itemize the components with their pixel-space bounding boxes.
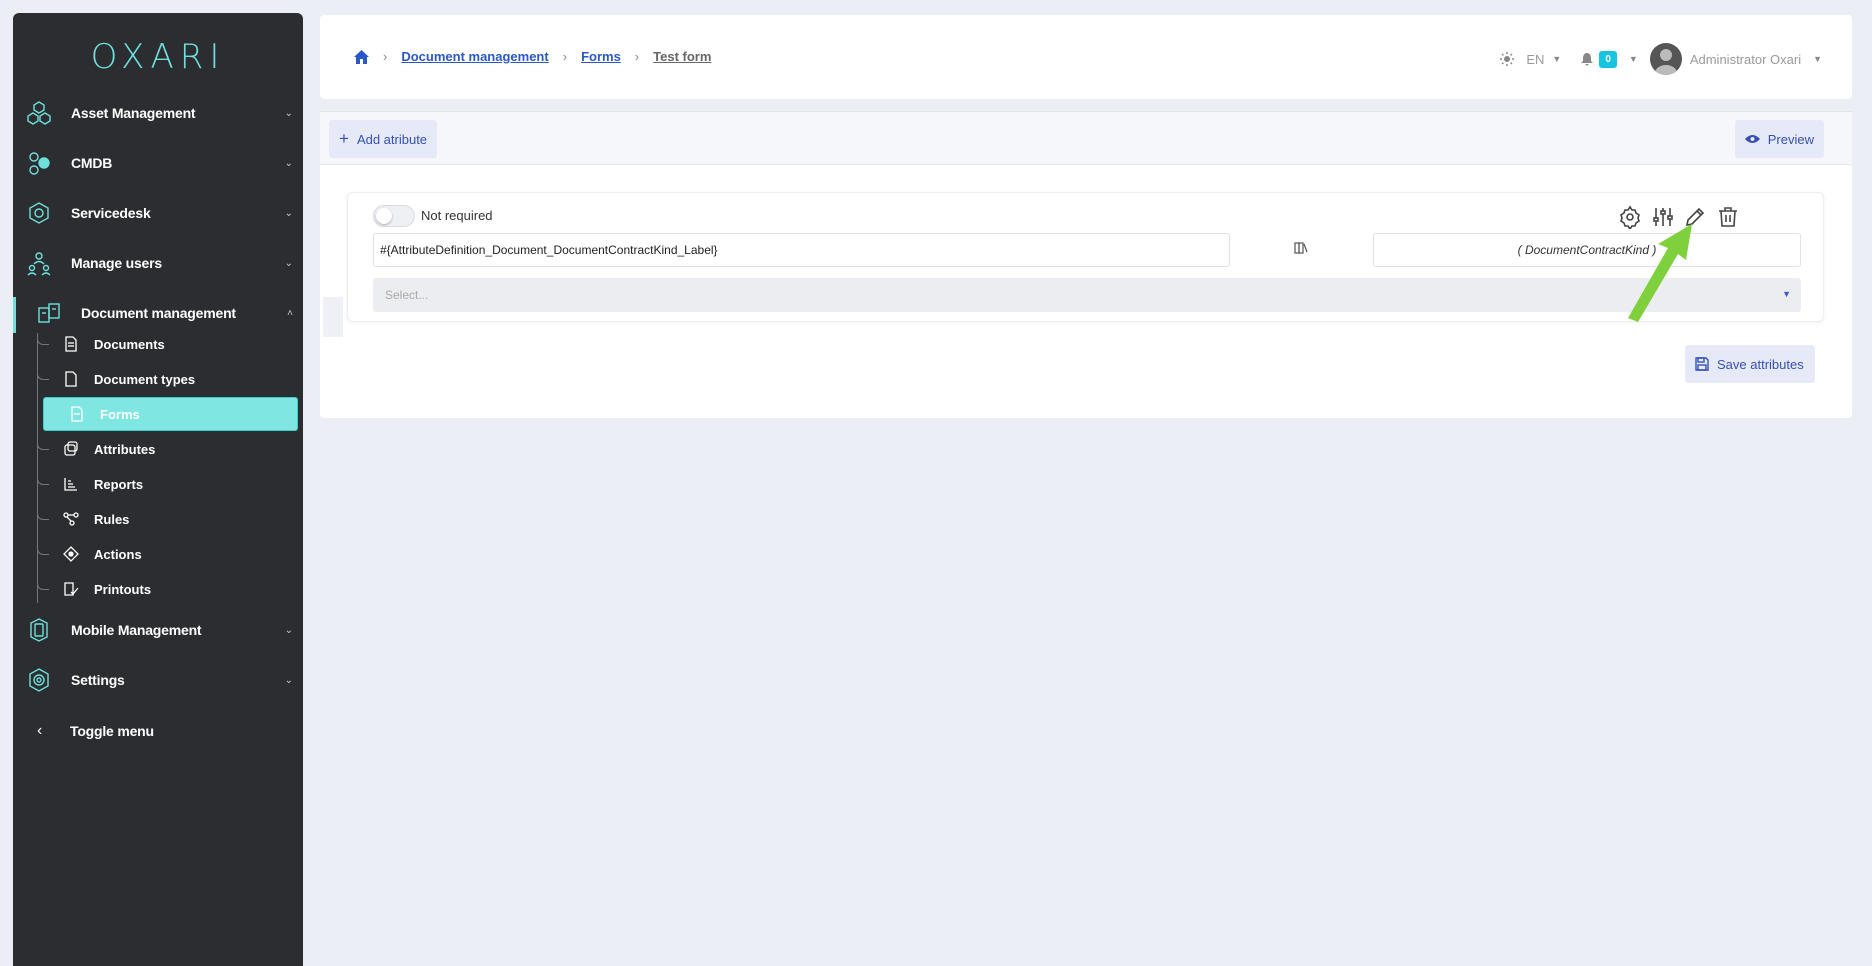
sidebar-subitem-label: Forms (100, 406, 140, 422)
preview-button[interactable]: Preview (1734, 120, 1824, 158)
caret-down-icon[interactable]: ▼ (1552, 54, 1561, 64)
sidebar-subitem-label: Printouts (94, 581, 152, 597)
home-icon[interactable] (354, 49, 369, 64)
chevron-down-icon: ⌄ (284, 674, 293, 686)
sidebar-subitem-forms[interactable]: Forms (43, 397, 298, 431)
sidebar: OXARI Asset Management ⌄ CMDB ⌄ Serviced… (13, 13, 303, 966)
sun-icon[interactable] (1500, 52, 1515, 66)
select-placeholder: Select... (385, 288, 429, 302)
breadcrumb: › Document management › Forms › Test for… (354, 49, 711, 64)
side-tab (323, 297, 343, 337)
sidebar-subitem-label: Actions (94, 546, 142, 562)
sidebar-subitem-printouts[interactable]: Printouts (37, 574, 299, 604)
sidebar-subitem-label: Document types (94, 371, 196, 387)
add-attribute-label: Add atribute (356, 131, 428, 147)
chevron-down-icon: ⌄ (284, 207, 293, 219)
sidebar-item-label: Mobile Management (71, 622, 202, 638)
document-icon (65, 336, 77, 352)
breadcrumb-current[interactable]: Test form (653, 49, 711, 64)
sidebar-item-asset-management[interactable]: Asset Management ⌄ (13, 93, 303, 133)
breadcrumb-document-management[interactable]: Document management (401, 49, 548, 64)
dictionary-icon (1294, 242, 1308, 254)
attribute-kind-field[interactable]: ( DocumentContractKind ) (1373, 233, 1801, 267)
sidebar-item-document-management[interactable]: Document management ˄ (13, 293, 303, 333)
caret-down-icon: ▼ (1782, 289, 1791, 299)
sidebar-subitem-label: Documents (94, 336, 165, 352)
save-attributes-label: Save attributes (1717, 356, 1804, 372)
sidebar-subitem-label: Attributes (94, 441, 156, 457)
page-header: › Document management › Forms › Test for… (320, 15, 1852, 99)
sidebar-subitem-document-types[interactable]: Document types (37, 364, 299, 394)
printouts-icon (64, 582, 79, 596)
avatar[interactable] (1649, 43, 1682, 75)
caret-down-icon[interactable]: ▼ (1629, 54, 1638, 64)
file-icon (65, 371, 77, 387)
breadcrumb-forms[interactable]: Forms (581, 49, 621, 64)
bell-icon[interactable] (1581, 52, 1594, 66)
sidebar-subitem-documents[interactable]: Documents (37, 329, 299, 359)
attribute-value-select[interactable]: Select... ▼ (373, 278, 1801, 312)
actions-icon (63, 546, 79, 562)
attribute-card: Not required #{AttributeDefinition_Docum… (347, 192, 1824, 322)
sidebar-subitem-reports[interactable]: Reports (37, 469, 299, 499)
sidebar-subitem-label: Reports (94, 476, 144, 492)
required-toggle[interactable] (373, 205, 415, 227)
user-name[interactable]: Administrator Oxari (1690, 52, 1801, 67)
language-selector[interactable]: EN (1526, 52, 1544, 67)
oxari-logo[interactable]: OXARI (13, 37, 303, 77)
sidebar-item-label: CMDB (71, 155, 113, 171)
chevron-left-icon: ‹ (37, 722, 43, 739)
breadcrumb-separator: › (383, 49, 388, 64)
sidebar-subitem-actions[interactable]: Actions (37, 539, 299, 569)
sidebar-item-label: Asset Management (71, 105, 196, 121)
toggle-menu-button[interactable]: ‹ Toggle menu (13, 711, 303, 751)
sidebar-item-label: Manage users (71, 255, 162, 271)
chevron-up-icon: ˄ (287, 307, 293, 319)
sidebar-subitem-label: Rules (94, 511, 130, 527)
eye-icon (1744, 135, 1760, 143)
chevron-down-icon: ⌄ (284, 107, 293, 119)
users-icon (27, 252, 51, 276)
form-toolbar: + Add atribute Preview (320, 111, 1852, 165)
documents-icon (38, 303, 60, 323)
caret-down-icon[interactable]: ▼ (1813, 54, 1822, 64)
chevron-down-icon: ⌄ (284, 257, 293, 269)
add-attribute-button[interactable]: + Add atribute (329, 120, 438, 158)
headset-icon (29, 202, 49, 224)
gear-icon (29, 668, 49, 692)
sidebar-subitem-rules[interactable]: Rules (37, 504, 299, 534)
sidebar-item-servicedesk[interactable]: Servicedesk ⌄ (13, 193, 303, 233)
sidebar-item-cmdb[interactable]: CMDB ⌄ (13, 143, 303, 183)
breadcrumb-separator: › (634, 49, 640, 64)
breadcrumb-separator: › (562, 49, 568, 64)
cubes-icon (29, 152, 50, 175)
preview-label: Preview (1767, 131, 1814, 147)
attributes-icon (64, 441, 78, 456)
required-label: Not required (421, 208, 493, 223)
notifications-badge[interactable]: 0 (1599, 50, 1617, 68)
attribute-label-field[interactable]: #{AttributeDefinition_Document_DocumentC… (373, 233, 1230, 267)
annotation-arrow (1628, 224, 1692, 322)
reports-icon (64, 478, 77, 491)
sidebar-item-label: Settings (71, 672, 125, 688)
hexagons-icon (27, 101, 51, 125)
sidebar-item-label: Servicedesk (71, 205, 151, 221)
save-attributes-button[interactable]: Save attributes (1685, 345, 1815, 383)
rules-icon (63, 512, 79, 526)
sidebar-item-settings[interactable]: Settings ⌄ (13, 660, 303, 700)
toggle-menu-label: Toggle menu (70, 723, 154, 739)
chevron-down-icon: ⌄ (284, 624, 293, 636)
sidebar-item-label: Document management (81, 305, 236, 321)
header-controls: EN ▼ 0 ▼ Administrator Oxari ▼ (1500, 43, 1822, 75)
sidebar-item-manage-users[interactable]: Manage users ⌄ (13, 243, 303, 283)
mobile-icon (30, 618, 48, 642)
save-icon (1695, 357, 1709, 371)
chevron-down-icon: ⌄ (284, 157, 293, 169)
sidebar-item-mobile-management[interactable]: Mobile Management ⌄ (13, 610, 303, 650)
form-icon (71, 406, 83, 422)
sidebar-subitem-attributes[interactable]: Attributes (37, 434, 299, 464)
trash-icon[interactable] (1716, 205, 1740, 229)
plus-icon: + (339, 129, 349, 148)
